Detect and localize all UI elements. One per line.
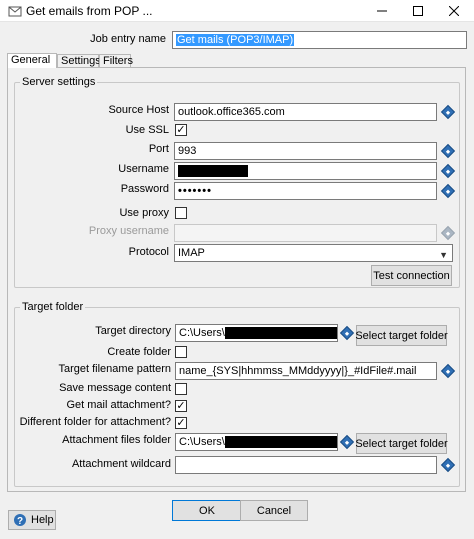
svg-text:?: ?: [17, 516, 23, 527]
use-ssl-checkbox[interactable]: ✓: [175, 124, 187, 136]
save-message-label: Save message content: [59, 382, 171, 394]
cancel-button[interactable]: Cancel: [240, 500, 308, 521]
proxy-username-label: Proxy username: [88, 225, 169, 237]
tab-filters-label: Filters: [103, 55, 133, 67]
ok-label: OK: [199, 504, 215, 517]
password-input[interactable]: •••••••: [174, 182, 437, 200]
ok-button[interactable]: OK: [172, 500, 242, 521]
window-title: Get emails from POP ...: [26, 4, 153, 18]
tab-filters[interactable]: Filters: [99, 54, 133, 68]
select-attachment-folder-label: Select target folder: [355, 437, 448, 450]
source-host-label: Source Host: [108, 104, 169, 116]
use-proxy-label: Use proxy: [119, 207, 169, 219]
proxy-username-input[interactable]: [174, 224, 437, 242]
close-icon[interactable]: [436, 0, 472, 22]
protocol-value: IMAP: [178, 247, 205, 259]
select-target-folder-button[interactable]: Select target folder: [355, 325, 448, 346]
job-entry-name-input[interactable]: Get mails (POP3/IMAP): [172, 31, 467, 49]
port-label: Port: [148, 143, 169, 155]
attachment-folder-label: Attachment files folder: [62, 434, 171, 446]
username-label: Username: [118, 163, 169, 175]
filename-pattern-value: name_{SYS|hhmmss_MMddyyyy|}_#IdFile#.mai…: [179, 365, 417, 377]
attachment-folder-input[interactable]: C:\Users\: [175, 433, 338, 451]
select-attachment-folder-button[interactable]: Select target folder: [355, 433, 448, 454]
redacted-username: [178, 165, 248, 178]
filename-pattern-label: Target filename pattern: [58, 363, 171, 375]
help-label: Help: [31, 514, 54, 526]
password-label: Password: [120, 183, 169, 195]
protocol-label: Protocol: [128, 246, 169, 258]
use-ssl-label: Use SSL: [125, 124, 169, 136]
target-directory-value: C:\Users\: [179, 327, 225, 339]
cancel-label: Cancel: [256, 504, 292, 517]
test-connection-button[interactable]: Test connection: [371, 265, 452, 286]
port-input[interactable]: 993: [174, 142, 437, 160]
get-attachment-label: Get mail attachment?: [66, 399, 171, 411]
job-entry-name-value: Get mails (POP3/IMAP): [176, 34, 295, 46]
server-settings-title: Server settings: [20, 76, 98, 88]
password-value: •••••••: [178, 185, 212, 197]
help-icon: ?: [14, 514, 26, 527]
job-entry-name-label: Job entry name: [90, 33, 166, 45]
select-target-folder-label: Select target folder: [355, 329, 448, 342]
tab-settings-label: Settings: [61, 55, 101, 67]
attachment-folder-value: C:\Users\: [179, 436, 225, 448]
target-directory-input[interactable]: C:\Users\: [175, 324, 338, 342]
different-folder-label: Different folder for attachment?: [19, 416, 171, 428]
tab-general-label: General: [11, 54, 51, 66]
redacted-path: [224, 436, 337, 449]
username-input[interactable]: [174, 162, 437, 180]
target-folder-title: Target folder: [20, 301, 86, 313]
target-directory-label: Target directory: [95, 325, 171, 337]
maximize-icon[interactable]: [400, 0, 436, 22]
port-value: 993: [178, 145, 197, 157]
title-bar: Get emails from POP ...: [0, 0, 474, 22]
redacted-path: [224, 327, 337, 340]
source-host-input[interactable]: outlook.office365.com: [174, 103, 437, 121]
help-button[interactable]: ? Help: [8, 510, 56, 530]
chevron-down-icon: ▼: [439, 250, 448, 260]
different-folder-checkbox[interactable]: ✓: [175, 417, 187, 429]
tab-settings[interactable]: Settings: [57, 54, 101, 68]
create-folder-checkbox[interactable]: [175, 346, 187, 358]
attachment-wildcard-input[interactable]: [175, 456, 437, 474]
attachment-wildcard-label: Attachment wildcard: [71, 458, 171, 470]
use-proxy-checkbox[interactable]: [175, 207, 187, 219]
protocol-select[interactable]: IMAP ▼: [174, 244, 453, 262]
tab-general[interactable]: General: [7, 53, 57, 68]
save-message-checkbox[interactable]: [175, 383, 187, 395]
minimize-icon[interactable]: [364, 0, 400, 22]
source-host-value: outlook.office365.com: [178, 106, 285, 118]
test-connection-label: Test connection: [373, 269, 450, 282]
get-attachment-checkbox[interactable]: ✓: [175, 400, 187, 412]
create-folder-label: Create folder: [107, 346, 171, 358]
app-icon: [8, 6, 22, 17]
filename-pattern-input[interactable]: name_{SYS|hhmmss_MMddyyyy|}_#IdFile#.mai…: [175, 362, 437, 380]
